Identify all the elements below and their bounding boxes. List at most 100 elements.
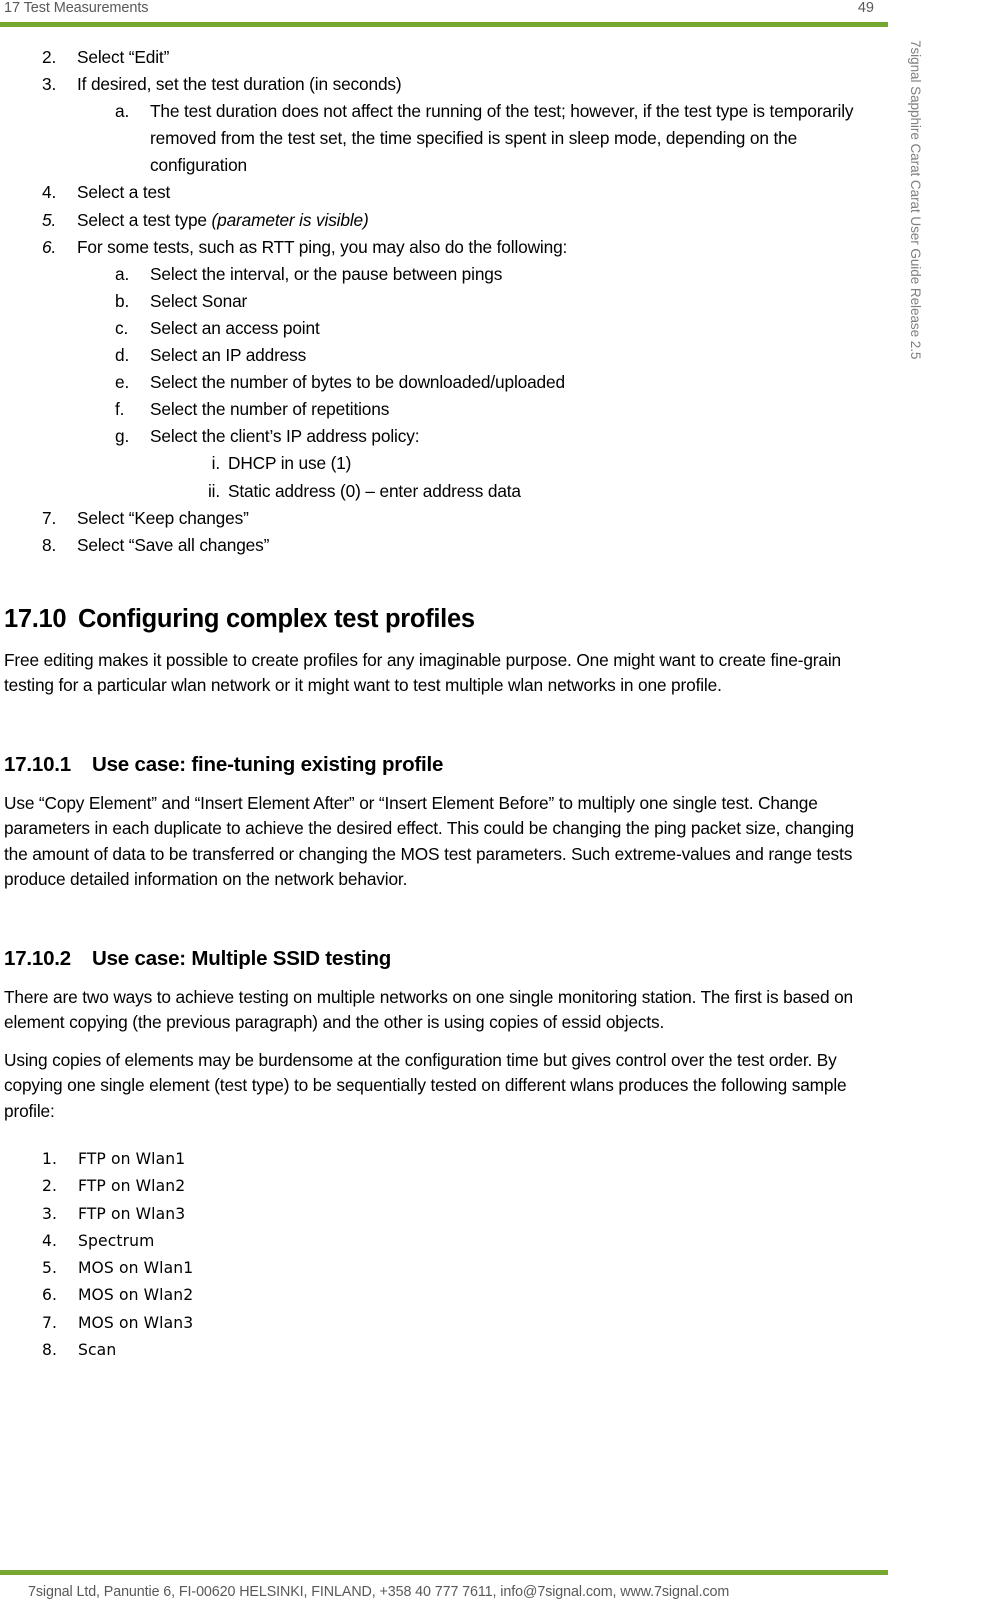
page-content: 2. Select “Edit” 3. If desired, set the … — [0, 44, 888, 1364]
list-marker: 2. — [42, 1177, 58, 1196]
list-item: a. Select the interval, or the pause bet… — [0, 261, 888, 288]
list-marker: a. — [115, 263, 130, 284]
document-page: 17 Test Measurements 49 7signal Sapphire… — [0, 0, 981, 1616]
list-marker: i. — [211, 453, 220, 474]
paragraph-17-10: Free editing makes it possible to create… — [4, 649, 841, 696]
list-item: a. The test duration does not affect the… — [0, 98, 888, 179]
list-marker: 5. — [42, 209, 57, 230]
list-item-text: MOS on Wlan2 — [78, 1286, 194, 1305]
header-green-rule — [0, 22, 888, 27]
list-marker: 7. — [42, 507, 57, 528]
list-item: 3. If desired, set the test duration (in… — [0, 71, 888, 98]
list-item-text: Select an IP address — [150, 345, 307, 366]
header-section-title: 17 Test Measurements — [4, 0, 149, 16]
list-marker: e. — [115, 372, 130, 393]
side-rail-document-title: 7signal Sapphire Carat Carat User Guide … — [908, 40, 923, 360]
list-item-text: Select “Edit” — [77, 47, 170, 67]
list-item-text: Select the number of repetitions — [150, 399, 390, 420]
page-header: 17 Test Measurements 49 — [0, 0, 888, 27]
list-item-text: Select a test type — [77, 209, 212, 230]
list-marker: 8. — [42, 534, 57, 555]
list-marker: 7. — [42, 1313, 58, 1332]
list-marker: 8. — [42, 1340, 58, 1359]
list-item-text: Select the interval, or the pause betwee… — [150, 263, 503, 284]
list-item-text: Select “Save all changes” — [77, 534, 270, 555]
list-marker: 1. — [42, 1150, 58, 1169]
list-marker: 4. — [42, 182, 57, 203]
footer-contact-text: 7signal Ltd, Panuntie 6, FI-00620 HELSIN… — [28, 1584, 730, 1600]
list-item: 2. Select “Edit” — [0, 44, 888, 71]
list-item: 4. Select a test — [0, 179, 888, 206]
list-item-text: Static address (0) – enter address data — [228, 480, 521, 501]
list-marker: f. — [115, 399, 125, 420]
list-item-text: Select a test — [77, 182, 171, 203]
list-item: g. Select the client’s IP address policy… — [0, 423, 888, 450]
list-item: 4. Spectrum — [0, 1228, 888, 1255]
sample-profile-list: 1. FTP on Wlan1 2. FTP on Wlan2 3. FTP o… — [0, 1146, 888, 1364]
list-item: c. Select an access point — [0, 315, 888, 342]
list-item-text: FTP on Wlan3 — [78, 1204, 186, 1223]
list-item-text: Select “Keep changes” — [77, 507, 249, 528]
list-item-text: Select an access point — [150, 317, 320, 338]
paragraph-17-10-2-a: There are two ways to achieve testing on… — [4, 986, 854, 1033]
list-item: b. Select Sonar — [0, 288, 888, 315]
footer-green-rule — [0, 1570, 888, 1575]
list-item: 5. MOS on Wlan1 — [0, 1255, 888, 1282]
list-item-text: MOS on Wlan3 — [78, 1313, 194, 1332]
list-item-text: FTP on Wlan2 — [78, 1177, 186, 1196]
list-item-text-italic: (parameter is visible) — [211, 209, 369, 230]
heading-text: Use case: fine-tuning existing profile — [92, 752, 444, 776]
heading-17-10: 17.10 Configuring complex test profiles — [0, 603, 888, 635]
list-marker: 6. — [42, 236, 57, 257]
list-item: 7. Select “Keep changes” — [0, 505, 888, 532]
list-item: 1. FTP on Wlan1 — [0, 1146, 888, 1173]
heading-17-10-2: 17.10.2 Use case: Multiple SSID testing — [0, 945, 888, 973]
list-marker: 3. — [42, 1204, 58, 1223]
list-marker: g. — [115, 426, 130, 447]
list-item: 2. FTP on Wlan2 — [0, 1173, 888, 1200]
list-marker: 6. — [42, 1286, 58, 1305]
list-item-text: If desired, set the test duration (in se… — [77, 74, 402, 95]
list-item-text: Select Sonar — [150, 290, 248, 311]
header-page-number: 49 — [857, 0, 874, 16]
list-item-text: FTP on Wlan1 — [78, 1150, 186, 1169]
list-marker: c. — [115, 317, 129, 338]
list-item-text: Select the number of bytes to be downloa… — [150, 372, 565, 393]
list-item-text: MOS on Wlan1 — [78, 1259, 194, 1278]
list-marker: 4. — [42, 1231, 58, 1250]
heading-17-10-1: 17.10.1 Use case: fine-tuning existing pr… — [0, 751, 888, 779]
list-item-text: Spectrum — [78, 1231, 155, 1250]
list-item-text: The test duration does not affect the ru… — [150, 101, 854, 176]
heading-text: Use case: Multiple SSID testing — [92, 946, 392, 970]
list-item: e. Select the number of bytes to be down… — [0, 369, 888, 396]
list-item-text: Scan — [78, 1340, 117, 1359]
heading-number: 17.10.1 — [4, 752, 71, 776]
list-marker: b. — [115, 290, 130, 311]
list-marker: d. — [115, 345, 130, 366]
paragraph-17-10-2-b: Using copies of elements may be burdenso… — [4, 1049, 847, 1121]
heading-number: 17.10.2 — [4, 946, 71, 970]
list-item: i. DHCP in use (1) — [0, 450, 888, 477]
heading-number: 17.10 — [4, 604, 67, 633]
list-item-text: For some tests, such as RTT ping, you ma… — [77, 236, 568, 257]
procedure-list: 2. Select “Edit” 3. If desired, set the … — [0, 44, 888, 559]
side-rail: 7signal Sapphire Carat Carat User Guide … — [905, 40, 929, 500]
paragraph-17-10-1: Use “Copy Element” and “Insert Element A… — [4, 792, 854, 890]
list-item: 8. Scan — [0, 1337, 888, 1364]
list-item-text: DHCP in use (1) — [228, 453, 352, 474]
list-marker: ii. — [207, 480, 220, 501]
list-item: ii. Static address (0) – enter address d… — [0, 478, 888, 505]
list-marker: 2. — [42, 47, 57, 67]
list-item: 3. FTP on Wlan3 — [0, 1201, 888, 1228]
list-marker: a. — [115, 101, 130, 122]
list-item: 6. For some tests, such as RTT ping, you… — [0, 234, 888, 261]
list-item: d. Select an IP address — [0, 342, 888, 369]
list-marker: 3. — [42, 74, 57, 95]
